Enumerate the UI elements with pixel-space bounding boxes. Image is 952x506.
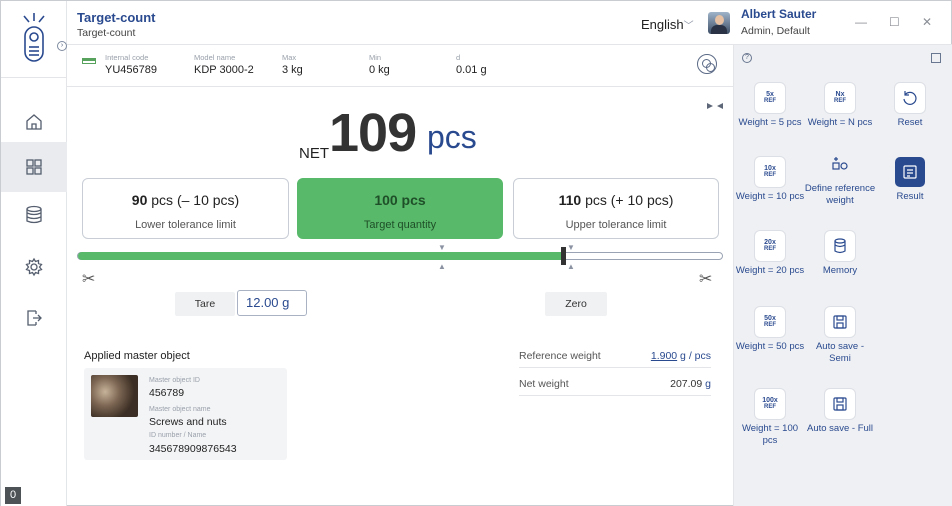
- define-reference-weight-button[interactable]: Define reference weight: [804, 149, 876, 207]
- page-title: Target-count: [77, 10, 156, 25]
- weight-20-pcs-button[interactable]: 20x REF Weight = 20 pcs: [734, 231, 806, 277]
- header: Target-count Target-count English﹀ Alber…: [67, 1, 952, 45]
- tare-button[interactable]: Tare: [175, 292, 235, 316]
- device-info-bar: Internal code YU456789 Model name KDP 30…: [67, 45, 733, 87]
- weight-display-value: 109: [329, 103, 417, 163]
- master-id: 456789: [149, 387, 185, 399]
- language-label: English: [641, 17, 684, 32]
- tolerance-progress-bar: [77, 252, 723, 260]
- master-name-label: Master object name: [149, 406, 211, 413]
- target-quantity-card: 100 pcs Target quantity: [297, 178, 503, 239]
- auto-save-semi-button[interactable]: Auto save - Semi: [804, 307, 876, 365]
- save-icon: [833, 397, 847, 411]
- weight-10-pcs-button[interactable]: 10x REF Weight = 10 pcs: [734, 157, 806, 203]
- expand-display-icon[interactable]: [707, 103, 723, 109]
- sidebar-divider: [1, 77, 67, 78]
- scale-icon: [82, 58, 96, 64]
- lower-tolerance-card: 90 pcs (– 10 pcs) Lower tolerance limit: [82, 178, 289, 239]
- reference-weight-row: Reference weight 1.900 g / pcs: [519, 346, 711, 368]
- apps-grid-icon: [26, 159, 42, 175]
- database-icon: [26, 205, 42, 224]
- zero-button[interactable]: Zero: [545, 292, 607, 316]
- net-weight-row: Net weight 207.09 g: [519, 374, 711, 396]
- upper-tolerance-card: 110 pcs (+ 10 pcs) Upper tolerance limit: [513, 178, 719, 239]
- minimize-button[interactable]: —: [855, 15, 867, 29]
- sidebar-item-logout[interactable]: [1, 293, 67, 343]
- master-name: Screws and nuts: [149, 416, 227, 428]
- max-capacity: Max 3 kg: [282, 53, 303, 76]
- reference-weight-link[interactable]: 1.900: [651, 350, 677, 362]
- model-name: Model name KDP 3000-2: [194, 53, 254, 76]
- current-value-cursor: [561, 247, 566, 265]
- result-button[interactable]: Result: [874, 157, 946, 203]
- min-capacity: Min 0 kg: [369, 53, 390, 76]
- chevron-down-icon: ﹀: [683, 21, 694, 32]
- memory-button[interactable]: Memory: [804, 231, 876, 277]
- master-idnum: 345678909876543: [149, 443, 237, 455]
- function-panel: ? 5x REF Weight = 5 pcs Nx REF Weight = N …: [733, 45, 952, 506]
- language-select[interactable]: English﹀: [641, 17, 694, 32]
- memory-icon: [834, 238, 846, 254]
- app-window: › 0 Target-count Target-count English﹀ A…: [0, 0, 952, 506]
- progress-fill: [78, 252, 565, 260]
- define-reference-icon: [832, 157, 848, 170]
- weight-display-unit: pcs: [427, 119, 477, 155]
- expand-panel-icon[interactable]: [931, 53, 941, 63]
- sidebar-item-database[interactable]: [1, 190, 67, 240]
- gear-icon: [25, 257, 43, 277]
- upper-marker-top-icon: ▼: [567, 243, 575, 252]
- weight-5-pcs-button[interactable]: 5x REF Weight = 5 pcs: [734, 83, 806, 129]
- lower-marker-top-icon: ▼: [438, 243, 446, 252]
- sidebar: › 0: [1, 1, 67, 506]
- master-object-title: Applied master object: [84, 350, 190, 362]
- page-subtitle: Target-count: [77, 27, 136, 39]
- master-object-thumbnail: [91, 375, 138, 417]
- readability: d 0.01 g: [456, 53, 487, 76]
- weight-100-pcs-button[interactable]: 100x REF Weight = 100 pcs: [734, 389, 806, 447]
- collapse-sidebar-button[interactable]: ›: [57, 41, 67, 51]
- user-role: Admin, Default: [741, 25, 810, 37]
- save-icon: [833, 315, 847, 329]
- logout-icon: [27, 310, 42, 326]
- auto-save-full-button[interactable]: Auto save - Full: [804, 389, 876, 435]
- master-idnum-label: ID number / Name: [149, 432, 207, 439]
- scale-logo-icon: [23, 13, 45, 62]
- reset-icon: [903, 91, 917, 105]
- link-device-icon[interactable]: [697, 54, 717, 74]
- net-label: NET: [299, 145, 329, 162]
- master-object-card[interactable]: Master object ID 456789 Master object na…: [84, 368, 287, 460]
- lower-marker-bottom-icon: ▲: [438, 262, 446, 271]
- tare-input[interactable]: 12.00 g: [237, 290, 307, 316]
- scissors-left-icon: ✂: [82, 271, 96, 288]
- sidebar-item-settings[interactable]: [1, 242, 67, 292]
- avatar[interactable]: [708, 12, 730, 34]
- maximize-button[interactable]: ☐: [889, 15, 900, 29]
- status-badge: 0: [5, 487, 21, 504]
- master-id-label: Master object ID: [149, 377, 200, 384]
- close-button[interactable]: ✕: [922, 15, 932, 29]
- result-icon: [903, 165, 917, 179]
- weight-n-pcs-button[interactable]: Nx REF Weight = N pcs: [804, 83, 876, 129]
- upper-marker-bottom-icon: ▲: [567, 262, 575, 271]
- internal-code: Internal code YU456789: [105, 53, 157, 76]
- scissors-right-icon: ✂: [699, 271, 713, 288]
- sidebar-item-apps[interactable]: [1, 142, 67, 192]
- main-content: NET 109 pcs 90 pcs (– 10 pcs) Lower tole…: [67, 87, 733, 506]
- help-icon[interactable]: ?: [742, 53, 752, 63]
- user-name: Albert Sauter: [741, 7, 817, 21]
- reset-button[interactable]: Reset: [874, 83, 946, 129]
- weight-50-pcs-button[interactable]: 50x REF Weight = 50 pcs: [734, 307, 806, 353]
- home-icon: [26, 114, 42, 130]
- sidebar-item-home[interactable]: [1, 97, 67, 147]
